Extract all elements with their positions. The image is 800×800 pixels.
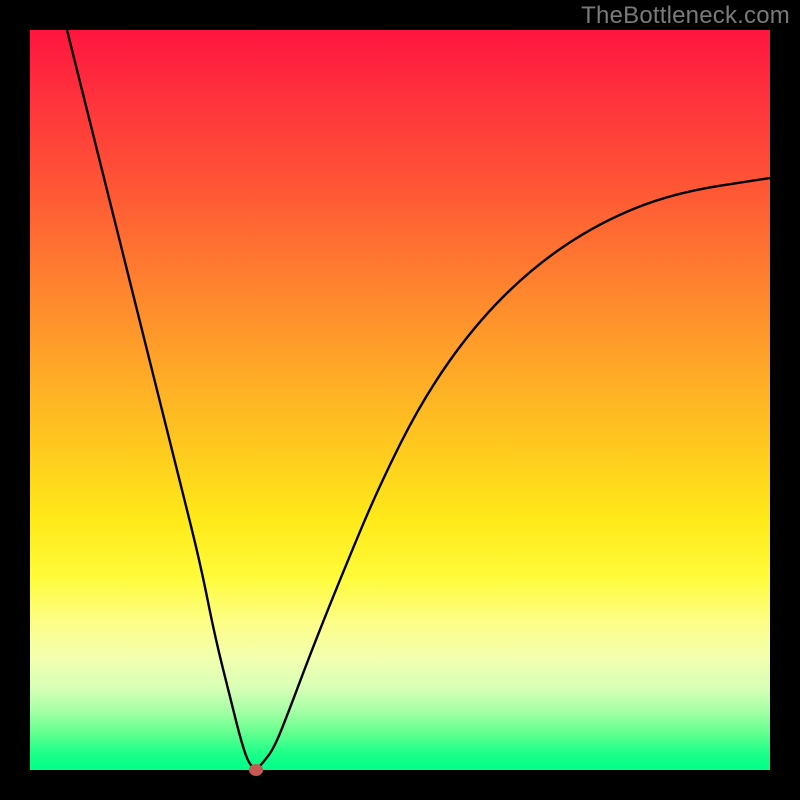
- chart-frame: TheBottleneck.com: [0, 0, 800, 800]
- optimal-point-marker: [249, 764, 263, 776]
- bottleneck-curve-line: [30, 30, 770, 770]
- curve-path: [67, 30, 770, 768]
- watermark-label: TheBottleneck.com: [581, 2, 790, 30]
